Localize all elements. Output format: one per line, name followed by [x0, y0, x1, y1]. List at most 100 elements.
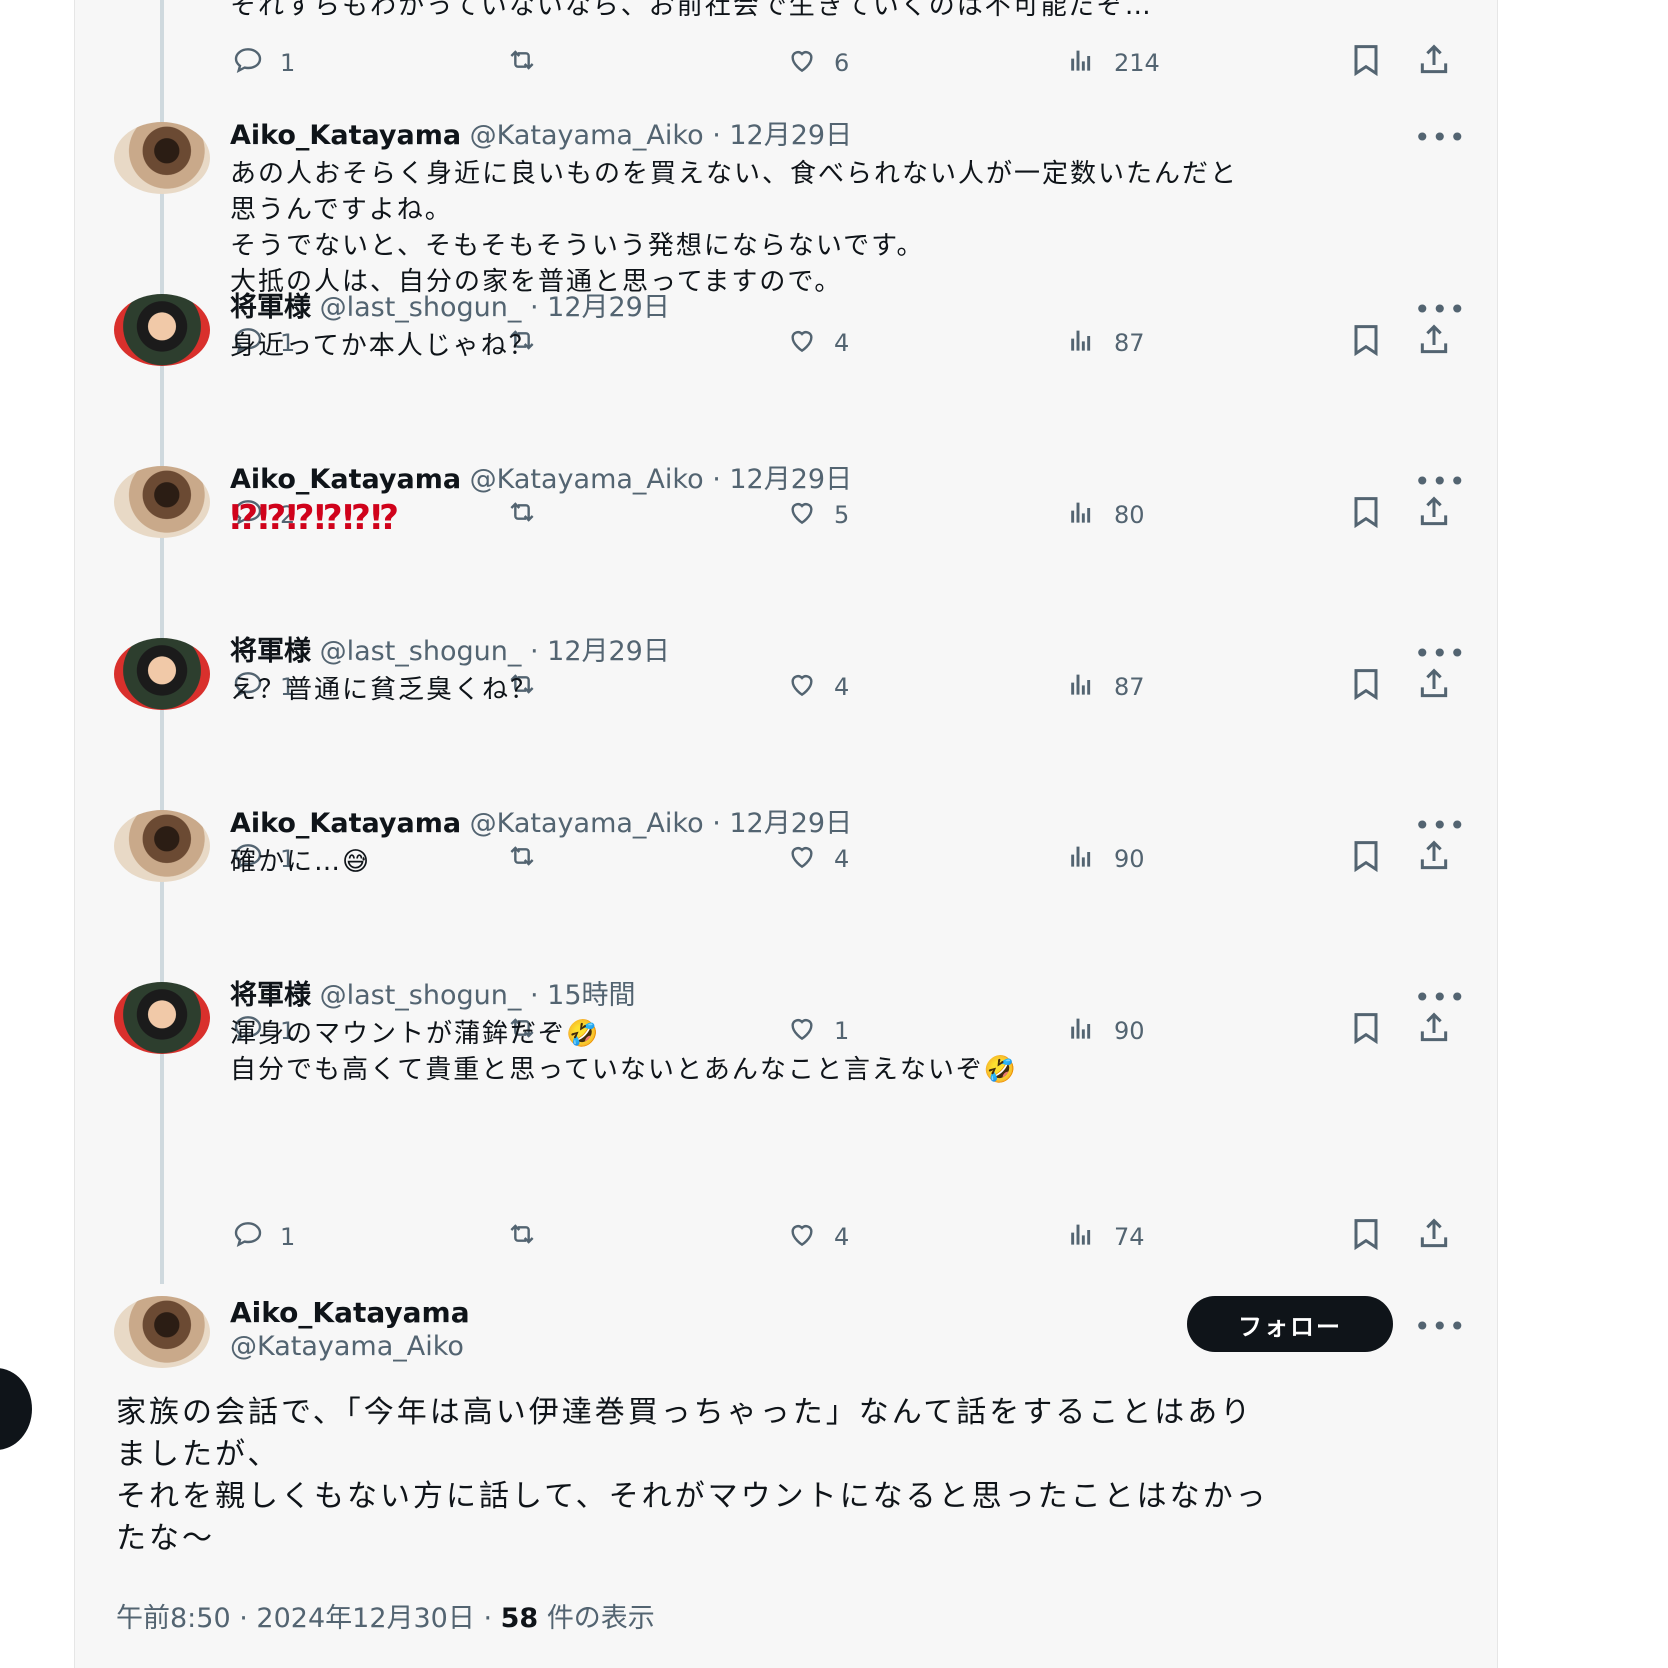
- views-button[interactable]: 214: [1062, 44, 1160, 82]
- bookmark-icon: [1346, 1013, 1386, 1052]
- reply-icon: [228, 1218, 268, 1256]
- tweet-text-line: 身近ってか本人じゃね？: [230, 331, 537, 361]
- tweet-text-line: それすらもわかっていないなら、お前社会で生きていくのは不可能だぞ…: [230, 0, 1153, 21]
- meta-separator: ·: [712, 120, 721, 151]
- more-icon[interactable]: •••: [1414, 812, 1467, 840]
- more-icon[interactable]: •••: [1414, 984, 1467, 1012]
- bookmark-button[interactable]: [1346, 492, 1386, 536]
- tweet-text-line: 自分でも高くて貴重と思っていないとあんなこと言えないぞ🤣: [230, 1055, 1019, 1085]
- author-handle[interactable]: @Katayama_Aiko: [470, 464, 704, 495]
- tweet-text: 渾身のマウントが蒲鉾だぞ🤣 自分でも高くて貴重と思っていないとあんなこと言えないぞ…: [230, 1016, 1018, 1088]
- bookmark-button[interactable]: [1346, 1214, 1386, 1258]
- more-icon[interactable]: •••: [1414, 468, 1467, 496]
- tweet-time[interactable]: 15時間: [547, 980, 635, 1011]
- views-button[interactable]: 74: [1062, 1218, 1145, 1256]
- tweet-time[interactable]: 12月29日: [547, 292, 670, 323]
- share-icon: [1414, 324, 1454, 364]
- like-button[interactable]: 6: [782, 44, 849, 82]
- views-button[interactable]: 87: [1062, 668, 1145, 706]
- views-icon: [1062, 668, 1102, 706]
- heart-icon: [782, 1218, 822, 1256]
- bookmark-button[interactable]: [1346, 664, 1386, 708]
- reply-button[interactable]: 1: [228, 1218, 295, 1256]
- aiko-avatar[interactable]: [114, 122, 210, 194]
- tweet-time[interactable]: 12月29日: [729, 464, 852, 495]
- views-button[interactable]: 80: [1062, 496, 1145, 534]
- post-time[interactable]: 午前8:50: [116, 1603, 231, 1634]
- bookmark-icon: [1346, 841, 1386, 880]
- heart-icon: [782, 840, 822, 878]
- bookmark-button[interactable]: [1346, 40, 1386, 84]
- meta-separator: ·: [529, 636, 539, 667]
- main-post-line: 家族の会話で、「今年は高い伊達巻買っちゃった」なんて話をすることはあり: [116, 1395, 1254, 1430]
- shogun-avatar[interactable]: [114, 982, 210, 1054]
- tweet-text-line: ⁉⁉⁉⁉⁉⁉: [230, 498, 400, 538]
- like-button[interactable]: 4: [782, 668, 849, 706]
- main-post-author[interactable]: Aiko_Katayama: [230, 1296, 470, 1329]
- tweet-time[interactable]: 12月29日: [547, 636, 670, 667]
- like-button[interactable]: 4: [782, 1218, 849, 1256]
- author-handle[interactable]: @Katayama_Aiko: [470, 808, 704, 839]
- views-icon: [1062, 1012, 1102, 1050]
- like-button[interactable]: 4: [782, 840, 849, 878]
- aiko-avatar[interactable]: [114, 810, 210, 882]
- author-name[interactable]: 将軍様: [230, 980, 311, 1011]
- tweet-header: Aiko_Katayama @Katayama_Aiko · 12月29日: [230, 120, 852, 152]
- views-icon: [1062, 496, 1102, 534]
- main-post-handle[interactable]: @Katayama_Aiko: [230, 1331, 464, 1362]
- more-icon[interactable]: •••: [1414, 124, 1467, 152]
- more-icon[interactable]: •••: [1414, 296, 1467, 324]
- action-count: 5: [834, 501, 850, 529]
- like-button[interactable]: 5: [782, 496, 849, 534]
- bookmark-button[interactable]: [1346, 320, 1386, 364]
- author-name[interactable]: Aiko_Katayama: [230, 808, 461, 839]
- author-handle[interactable]: @last_shogun_: [320, 292, 522, 323]
- retweet-button[interactable]: [502, 496, 542, 534]
- bookmark-button[interactable]: [1346, 836, 1386, 880]
- main-post-avatar[interactable]: [114, 1296, 210, 1368]
- tweet-time[interactable]: 12月29日: [729, 120, 852, 151]
- bookmark-button[interactable]: [1346, 1008, 1386, 1052]
- share-button[interactable]: [1414, 836, 1454, 880]
- author-handle[interactable]: @last_shogun_: [320, 636, 522, 667]
- views-count: 58: [500, 1603, 539, 1634]
- author-name[interactable]: Aiko_Katayama: [230, 464, 461, 495]
- views-button[interactable]: 87: [1062, 324, 1145, 362]
- author-name[interactable]: Aiko_Katayama: [230, 120, 461, 151]
- main-post-text: 家族の会話で、「今年は高い伊達巻買っちゃった」なんて話をすることはあり ましたが…: [116, 1392, 1446, 1560]
- action-count: 87: [1114, 673, 1145, 701]
- shogun-avatar[interactable]: [114, 638, 210, 710]
- more-icon[interactable]: •••: [1414, 1313, 1467, 1341]
- retweet-button[interactable]: [502, 44, 542, 82]
- retweet-button[interactable]: [502, 1218, 542, 1256]
- more-icon[interactable]: •••: [1414, 640, 1467, 668]
- post-date[interactable]: 2024年12月30日: [256, 1603, 474, 1634]
- floating-button-edge[interactable]: [0, 1368, 32, 1450]
- bookmark-icon: [1346, 325, 1386, 364]
- like-button[interactable]: 4: [782, 324, 849, 362]
- share-button[interactable]: [1414, 320, 1454, 364]
- shogun-avatar[interactable]: [114, 294, 210, 366]
- author-name[interactable]: 将軍様: [230, 636, 311, 667]
- share-icon: [1414, 840, 1454, 880]
- heart-icon: [782, 324, 822, 362]
- share-icon: [1414, 1218, 1454, 1258]
- reply-button[interactable]: 1: [228, 44, 295, 82]
- views-button[interactable]: 90: [1062, 1012, 1145, 1050]
- share-button[interactable]: [1414, 492, 1454, 536]
- follow-button[interactable]: フォロー: [1187, 1296, 1393, 1352]
- aiko-avatar[interactable]: [114, 466, 210, 538]
- views-button[interactable]: 90: [1062, 840, 1145, 878]
- share-button[interactable]: [1414, 1214, 1454, 1258]
- share-button[interactable]: [1414, 664, 1454, 708]
- tweet-time[interactable]: 12月29日: [729, 808, 852, 839]
- share-icon: [1414, 496, 1454, 536]
- author-name[interactable]: 将軍様: [230, 292, 311, 323]
- author-handle[interactable]: @last_shogun_: [320, 980, 522, 1011]
- author-handle[interactable]: @Katayama_Aiko: [470, 120, 704, 151]
- meta-separator: ·: [529, 980, 539, 1011]
- post-meta: 午前8:50 · 2024年12月30日 · 58 件の表示: [116, 1596, 655, 1635]
- retweet-button[interactable]: [502, 840, 542, 878]
- share-button[interactable]: [1414, 1008, 1454, 1052]
- share-button[interactable]: [1414, 40, 1454, 84]
